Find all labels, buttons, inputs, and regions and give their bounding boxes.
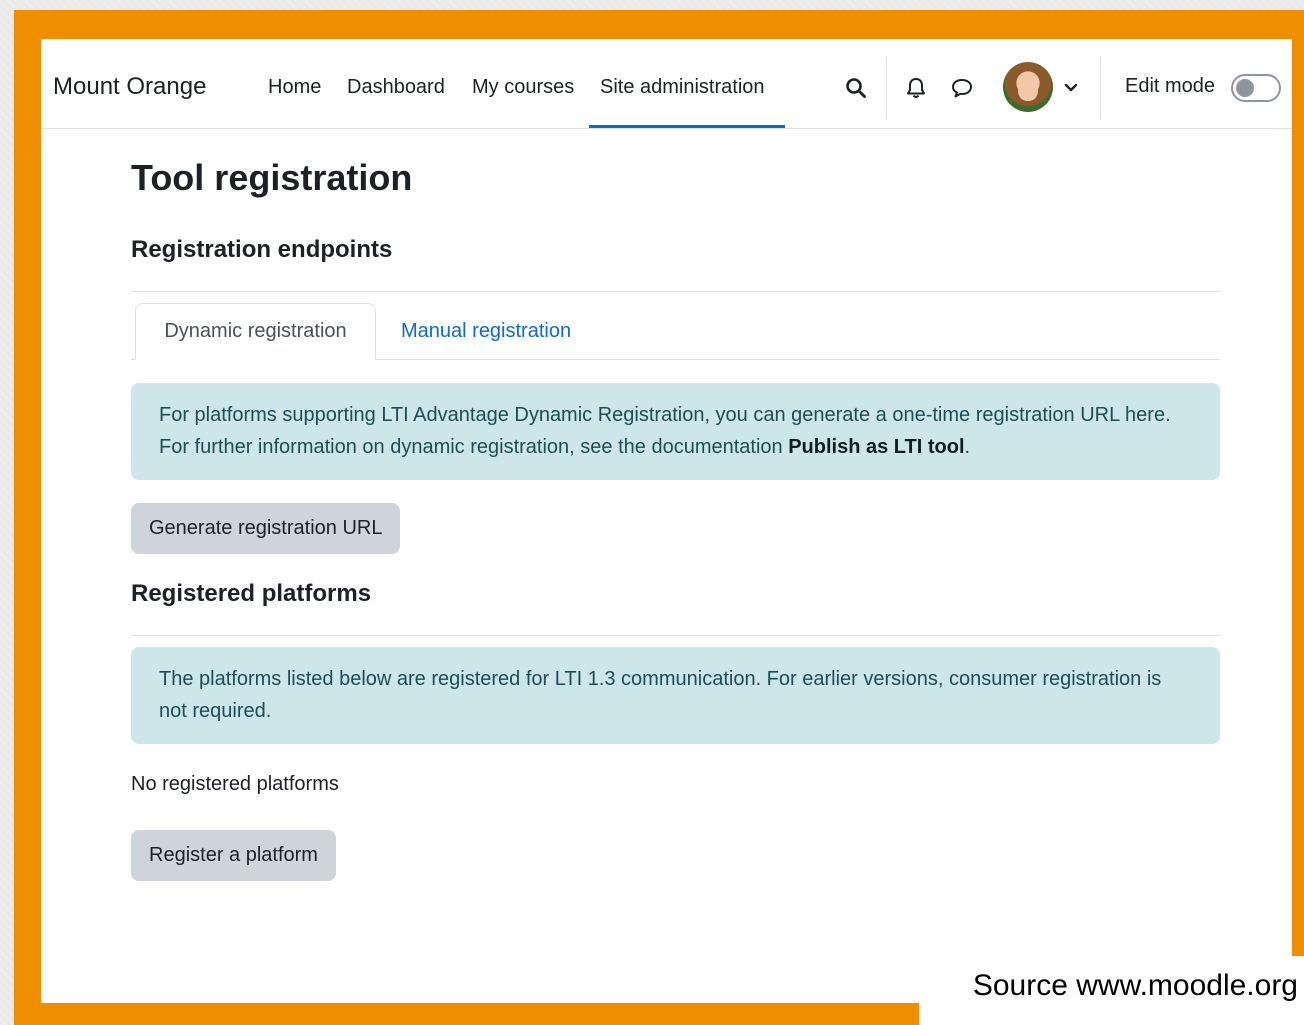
toggle-knob: [1236, 79, 1254, 97]
site-brand[interactable]: Mount Orange: [53, 73, 206, 101]
top-navbar: Mount Orange Home Dashboard My courses S…: [41, 39, 1292, 129]
platforms-info-text: The platforms listed below are registere…: [159, 668, 1162, 722]
nav-link-site-administration[interactable]: Site administration: [600, 76, 765, 99]
navbar-divider: [1100, 57, 1101, 119]
chat-bubble-icon[interactable]: [947, 73, 977, 103]
search-icon[interactable]: [841, 73, 871, 103]
publish-as-lti-tool-link[interactable]: Publish as LTI tool: [788, 436, 964, 458]
navbar-divider: [886, 57, 887, 119]
platforms-info: The platforms listed below are registere…: [131, 647, 1220, 744]
source-caption-box: Source www.moodle.org: [919, 956, 1304, 1025]
info-text-end: .: [964, 436, 971, 458]
info-text: For platforms supporting LTI Advantage D…: [159, 404, 1171, 458]
registration-endpoints-heading: Registration endpoints: [131, 236, 393, 263]
generate-registration-url-button[interactable]: Generate registration URL: [131, 503, 401, 554]
divider: [131, 635, 1220, 636]
tab-manual-registration[interactable]: Manual registration: [379, 303, 593, 360]
edit-mode-label: Edit mode: [1125, 75, 1216, 97]
nav-link-dashboard[interactable]: Dashboard: [347, 76, 445, 99]
bell-icon[interactable]: [901, 73, 931, 103]
chevron-down-icon[interactable]: [1056, 73, 1086, 103]
edit-mode-toggle[interactable]: [1231, 74, 1281, 102]
user-avatar[interactable]: [1003, 62, 1053, 112]
page-title: Tool registration: [131, 157, 413, 198]
divider: [131, 291, 1220, 292]
register-platform-button[interactable]: Register a platform: [131, 830, 336, 881]
source-caption: Source www.moodle.org: [972, 969, 1298, 1002]
nav-link-home[interactable]: Home: [268, 76, 321, 99]
orange-frame: Mount Orange Home Dashboard My courses S…: [14, 10, 1304, 1025]
nav-link-my-courses[interactable]: My courses: [472, 76, 574, 99]
tab-dynamic-registration[interactable]: Dynamic registration: [135, 303, 376, 360]
registration-tabs: Dynamic registration Manual registration: [131, 303, 1220, 360]
no-platforms-text: No registered platforms: [131, 773, 339, 795]
registered-platforms-heading: Registered platforms: [131, 580, 372, 607]
dynamic-registration-info: For platforms supporting LTI Advantage D…: [131, 383, 1220, 480]
active-nav-indicator: [589, 125, 785, 128]
browser-window: Mount Orange Home Dashboard My courses S…: [41, 39, 1292, 1003]
